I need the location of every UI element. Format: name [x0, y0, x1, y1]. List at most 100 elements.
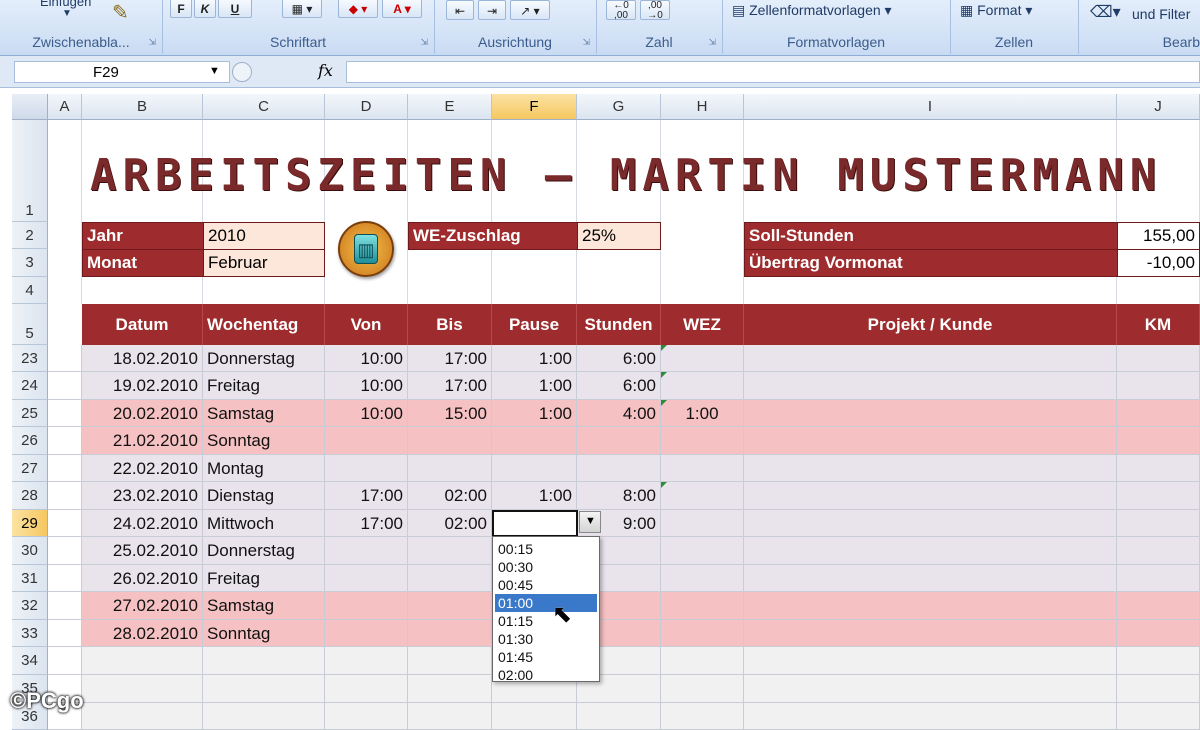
- table-cell-bis[interactable]: 02:00: [408, 510, 492, 537]
- table-cell-stunden[interactable]: [577, 703, 661, 730]
- table-cell-stunden[interactable]: 6:00: [577, 345, 661, 372]
- table-cell-datum[interactable]: 25.02.2010: [82, 537, 203, 565]
- fill-color-button[interactable]: ◆ ▾: [338, 0, 378, 18]
- dropdown-option[interactable]: 01:30: [495, 630, 597, 648]
- column-header-g[interactable]: G: [577, 94, 661, 120]
- table-cell-km[interactable]: [1117, 427, 1200, 455]
- table-cell-stunden[interactable]: 4:00: [577, 400, 661, 427]
- dialog-launcher-icon[interactable]: ⇲: [708, 37, 716, 48]
- table-cell-wez[interactable]: [661, 345, 744, 372]
- table-cell-tag[interactable]: Mittwoch: [203, 510, 325, 537]
- table-cell-pause[interactable]: [492, 427, 577, 455]
- table-cell-bis[interactable]: [408, 537, 492, 565]
- table-cell-wez[interactable]: [661, 537, 744, 565]
- table-cell-von[interactable]: 17:00: [325, 482, 408, 510]
- table-cell-bis[interactable]: [408, 592, 492, 620]
- table-cell-von[interactable]: 10:00: [325, 345, 408, 372]
- dropdown-option[interactable]: 00:15: [495, 540, 597, 558]
- table-cell-proj[interactable]: [744, 620, 1117, 647]
- table-cell-tag[interactable]: Donnerstag: [203, 345, 325, 372]
- table-cell-proj[interactable]: [744, 427, 1117, 455]
- table-cell-wez[interactable]: [661, 675, 744, 703]
- select-all-button[interactable]: [12, 94, 48, 120]
- dropdown-option[interactable]: 00:30: [495, 558, 597, 576]
- table-cell-bis[interactable]: 02:00: [408, 482, 492, 510]
- row-header-24[interactable]: 24: [12, 372, 48, 400]
- monat-value[interactable]: Februar: [203, 249, 325, 277]
- row-header-30[interactable]: 30: [12, 537, 48, 565]
- table-cell-bis[interactable]: [408, 675, 492, 703]
- row-header-31[interactable]: 31: [12, 565, 48, 592]
- table-cell-tag[interactable]: Samstag: [203, 592, 325, 620]
- row-header-26[interactable]: 26: [12, 427, 48, 455]
- column-header-h[interactable]: H: [661, 94, 744, 120]
- table-cell-pause[interactable]: 1:00: [492, 482, 577, 510]
- table-cell-von[interactable]: [325, 427, 408, 455]
- table-cell-tag[interactable]: Samstag: [203, 400, 325, 427]
- table-cell-datum[interactable]: 26.02.2010: [82, 565, 203, 592]
- font-color-button[interactable]: A ▾: [382, 0, 422, 18]
- uebertrag-value[interactable]: -10,00: [1117, 249, 1200, 277]
- dropdown-option[interactable]: 01:45: [495, 648, 597, 666]
- table-cell-stunden[interactable]: 6:00: [577, 372, 661, 400]
- table-cell-datum[interactable]: 22.02.2010: [82, 455, 203, 482]
- table-cell-datum[interactable]: [82, 675, 203, 703]
- cell-a27[interactable]: [48, 455, 82, 482]
- row-header-25[interactable]: 25: [12, 400, 48, 427]
- table-cell-bis[interactable]: [408, 427, 492, 455]
- table-cell-von[interactable]: [325, 647, 408, 675]
- orientation-icon[interactable]: ↗ ▾: [510, 0, 550, 20]
- decrease-indent-icon[interactable]: ⇤: [446, 0, 474, 20]
- row-header-23[interactable]: 23: [12, 345, 48, 372]
- column-header-f[interactable]: F: [492, 94, 577, 120]
- table-cell-bis[interactable]: [408, 703, 492, 730]
- cell-a24[interactable]: [48, 372, 82, 400]
- cell-a31[interactable]: [48, 565, 82, 592]
- cell-a32[interactable]: [48, 592, 82, 620]
- row-header-34[interactable]: 34: [12, 647, 48, 675]
- format-painter-icon[interactable]: ✎: [112, 0, 129, 25]
- table-cell-proj[interactable]: [744, 400, 1117, 427]
- cell-a26[interactable]: [48, 427, 82, 455]
- column-header-e[interactable]: E: [408, 94, 492, 120]
- dropdown-button[interactable]: ▼: [579, 511, 601, 533]
- table-cell-bis[interactable]: [408, 620, 492, 647]
- italic-button[interactable]: K: [194, 0, 216, 18]
- we-zuschlag-value[interactable]: 25%: [577, 222, 661, 250]
- column-header-a[interactable]: A: [48, 94, 82, 120]
- table-cell-wez[interactable]: 1:00: [661, 400, 744, 427]
- cell-a30[interactable]: [48, 537, 82, 565]
- table-cell-proj[interactable]: [744, 372, 1117, 400]
- row-header-32[interactable]: 32: [12, 592, 48, 620]
- table-cell-von[interactable]: 17:00: [325, 510, 408, 537]
- table-cell-km[interactable]: [1117, 565, 1200, 592]
- cell-a28[interactable]: [48, 482, 82, 510]
- table-cell-proj[interactable]: [744, 592, 1117, 620]
- table-cell-datum[interactable]: 28.02.2010: [82, 620, 203, 647]
- table-cell-pause[interactable]: 1:00: [492, 345, 577, 372]
- cell-a34[interactable]: [48, 647, 82, 675]
- chevron-down-icon[interactable]: ▼: [209, 65, 220, 77]
- table-cell-bis[interactable]: [408, 565, 492, 592]
- table-cell-datum[interactable]: 24.02.2010: [82, 510, 203, 537]
- sort-filter-label[interactable]: und Filter: [1132, 6, 1190, 22]
- table-cell-km[interactable]: [1117, 675, 1200, 703]
- cell-styles-button[interactable]: ▤ Zellenformatvorlagen ▾: [732, 2, 892, 19]
- table-cell-km[interactable]: [1117, 647, 1200, 675]
- table-cell-km[interactable]: [1117, 537, 1200, 565]
- dialog-launcher-icon[interactable]: ⇲: [148, 37, 156, 48]
- table-cell-bis[interactable]: [408, 455, 492, 482]
- table-cell-von[interactable]: [325, 703, 408, 730]
- dropdown-option[interactable]: 00:45: [495, 576, 597, 594]
- table-cell-km[interactable]: [1117, 345, 1200, 372]
- dropdown-option[interactable]: 01:00: [495, 594, 597, 612]
- table-cell-von[interactable]: [325, 620, 408, 647]
- row-header-4[interactable]: 4: [12, 277, 48, 304]
- table-cell-von[interactable]: 10:00: [325, 400, 408, 427]
- table-cell-von[interactable]: [325, 455, 408, 482]
- table-cell-pause[interactable]: 1:00: [492, 372, 577, 400]
- border-button[interactable]: ▦ ▾: [282, 0, 322, 18]
- row-header-29[interactable]: 29: [12, 510, 48, 537]
- format-button[interactable]: ▦ Format ▾: [960, 2, 1032, 19]
- table-cell-tag[interactable]: Dienstag: [203, 482, 325, 510]
